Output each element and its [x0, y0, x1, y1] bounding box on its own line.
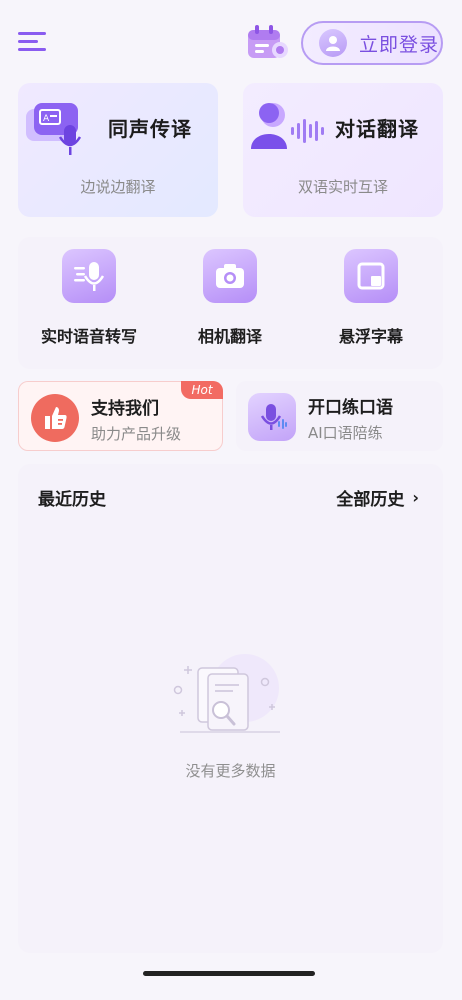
- user-avatar-icon: [319, 29, 347, 57]
- login-button[interactable]: 立即登录: [301, 21, 443, 65]
- floating-subtitle-icon: [344, 249, 398, 303]
- support-us-card[interactable]: 支持我们 助力产品升级 Hot: [18, 381, 223, 451]
- chevron-right-icon: ›: [412, 488, 419, 507]
- voice-transcribe-label: 实时语音转写: [40, 327, 137, 346]
- camera-icon: [203, 249, 257, 303]
- microphone-icon: [248, 393, 296, 441]
- login-label: 立即登录: [359, 33, 440, 56]
- speaking-practice-title: 开口练口语: [308, 398, 393, 418]
- support-us-title: 支持我们: [91, 399, 159, 419]
- simultaneous-translation-title: 同声传译: [108, 117, 192, 141]
- menu-icon[interactable]: [18, 28, 48, 54]
- floating-subtitle-label: 悬浮字幕: [338, 327, 403, 346]
- empty-documents-illustration: [173, 654, 280, 733]
- home-indicator[interactable]: [143, 971, 315, 976]
- conversation-translation-subtitle: 双语实时互译: [297, 178, 388, 196]
- thumbs-up-icon: [31, 394, 79, 442]
- top-bar: 立即登录: [0, 0, 462, 80]
- voice-transcribe-tool[interactable]: 实时语音转写: [18, 249, 160, 359]
- simultaneous-translation-card[interactable]: A 同声传译 边说边翻译: [18, 83, 218, 217]
- support-us-subtitle: 助力产品升级: [91, 425, 182, 443]
- conversation-translation-icon: [251, 103, 324, 149]
- conversation-translation-title: 对话翻译: [335, 117, 419, 141]
- calendar-icon[interactable]: [244, 22, 290, 62]
- camera-translation-label: 相机翻译: [197, 327, 262, 346]
- voice-transcribe-icon: [62, 249, 116, 303]
- simultaneous-translation-subtitle: 边说边翻译: [80, 178, 156, 196]
- speaking-practice-card[interactable]: 开口练口语 AI口语陪练: [236, 381, 443, 451]
- svg-text:A: A: [43, 114, 50, 124]
- empty-state-text: 没有更多数据: [185, 762, 276, 780]
- tools-panel: 实时语音转写 相机翻译 悬浮字幕: [18, 237, 443, 369]
- floating-subtitle-tool[interactable]: 悬浮字幕: [300, 249, 442, 359]
- all-history-label: 全部历史: [336, 490, 405, 510]
- speaking-practice-subtitle: AI口语陪练: [308, 424, 383, 442]
- recent-history-title: 最近历史: [38, 490, 106, 510]
- conversation-translation-card[interactable]: 对话翻译 双语实时互译: [243, 83, 443, 217]
- hot-badge: Hot: [181, 381, 223, 399]
- all-history-link[interactable]: 全部历史 ›: [336, 485, 419, 510]
- simultaneous-translation-icon: A: [26, 103, 82, 155]
- camera-translation-tool[interactable]: 相机翻译: [159, 249, 301, 359]
- history-panel: 最近历史 全部历史 › 没有更多数据: [18, 464, 443, 953]
